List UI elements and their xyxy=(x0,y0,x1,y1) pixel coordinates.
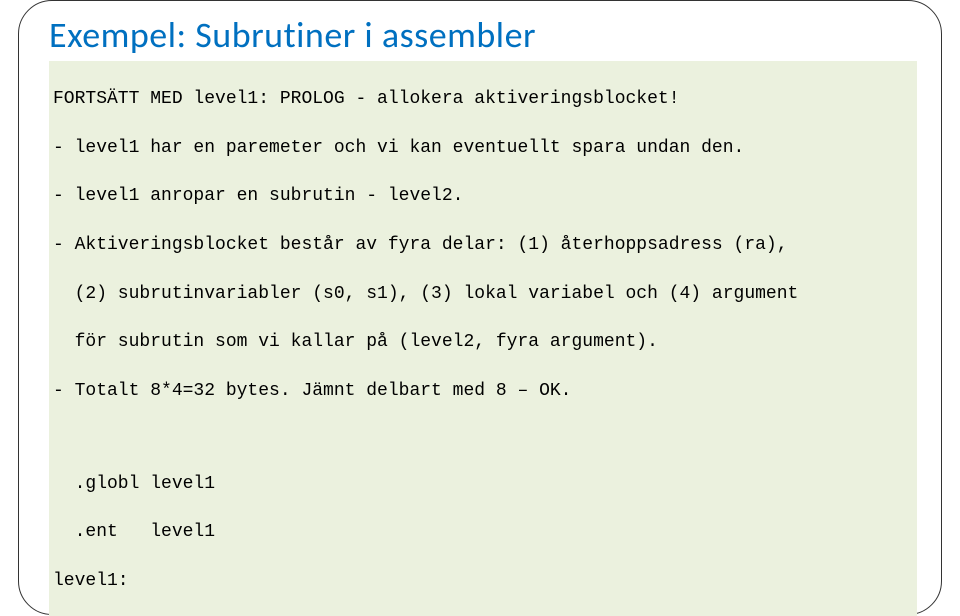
explain-line: FORTSÄTT MED level1: PROLOG - allokera a… xyxy=(53,87,913,111)
slide-frame: Exempel: Subrutiner i assembler FORTSÄTT… xyxy=(18,0,942,615)
code-line: level1: xyxy=(53,569,913,593)
explain-line: (2) subrutinvariabler (s0, s1), (3) loka… xyxy=(53,282,913,306)
explain-line: - level1 anropar en subrutin - level2. xyxy=(53,184,913,208)
explain-line: - level1 har en paremeter och vi kan eve… xyxy=(53,136,913,160)
slide-body: FORTSÄTT MED level1: PROLOG - allokera a… xyxy=(49,61,917,616)
code-line: .ent level1 xyxy=(53,520,913,544)
code-block: .globl level1 .ent level1 level1: sw a0,… xyxy=(53,447,913,616)
slide-title: Exempel: Subrutiner i assembler xyxy=(49,13,917,57)
explain-line: - Totalt 8*4=32 bytes. Jämnt delbart med… xyxy=(53,379,913,403)
explain-line: för subrutin som vi kallar på (level2, f… xyxy=(53,330,913,354)
code-line: .globl level1 xyxy=(53,472,913,496)
slide: Exempel: Subrutiner i assembler FORTSÄTT… xyxy=(0,0,960,616)
explain-line: - Aktiveringsblocket består av fyra dela… xyxy=(53,233,913,257)
